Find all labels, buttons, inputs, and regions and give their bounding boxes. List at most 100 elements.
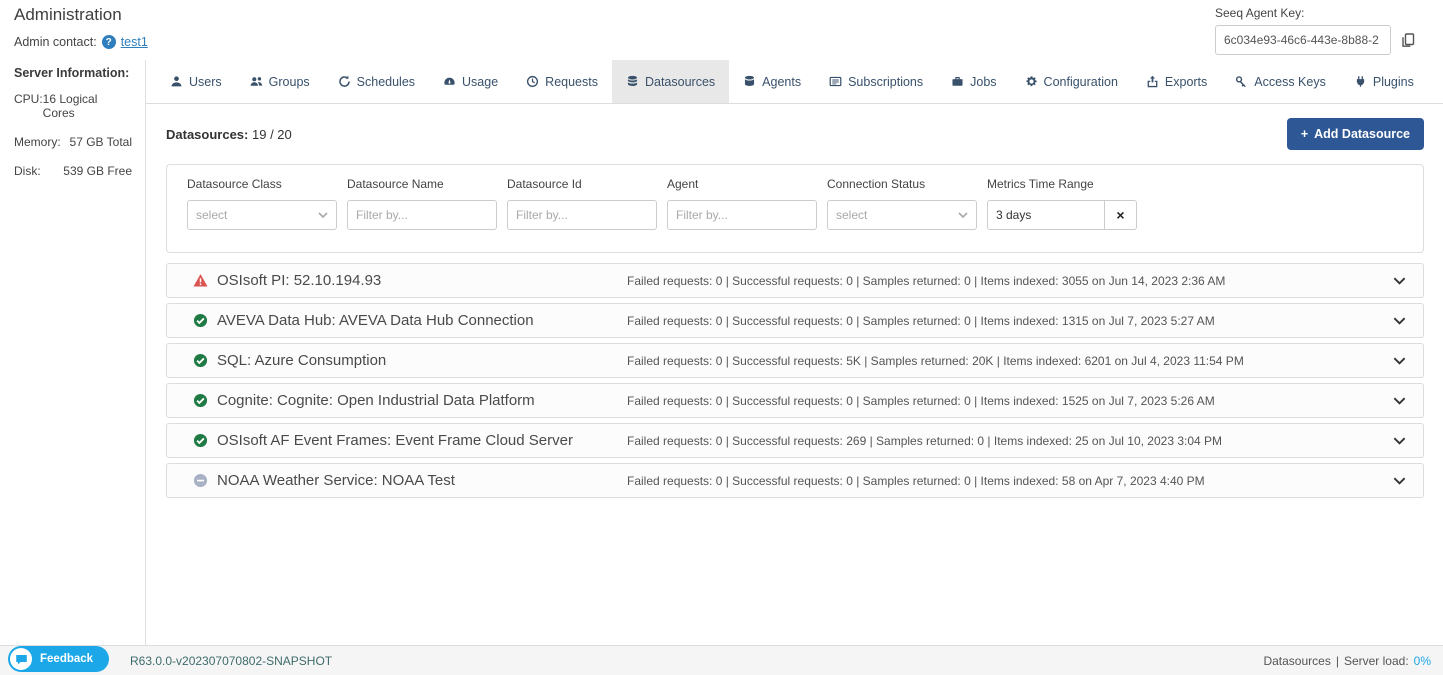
sync-icon <box>338 75 351 88</box>
tab-subscriptions[interactable]: Subscriptions <box>815 60 937 103</box>
datasources-count: Datasources: 19 / 20 <box>166 118 292 142</box>
datasource-class-select[interactable]: select <box>187 200 337 230</box>
agent-key-section: Seeq Agent Key: <box>1215 6 1427 55</box>
tab-label: Users <box>189 75 222 89</box>
database-icon <box>626 75 639 88</box>
datasource-row[interactable]: SQL: Azure Consumption Failed requests: … <box>166 343 1424 378</box>
server-load-value: 0% <box>1414 654 1431 668</box>
expand-chevron-icon[interactable] <box>1392 433 1407 448</box>
datasource-stats: Failed requests: 0 | Successful requests… <box>627 474 1205 488</box>
agent-key-label: Seeq Agent Key: <box>1215 6 1427 20</box>
tab-usage[interactable]: Usage <box>429 60 512 103</box>
tab-configuration[interactable]: Configuration <box>1011 60 1132 103</box>
datasource-row[interactable]: Cognite: Cognite: Open Industrial Data P… <box>166 383 1424 418</box>
status-ok-icon <box>193 313 208 328</box>
agent-input[interactable] <box>667 200 817 230</box>
tab-requests[interactable]: Requests <box>512 60 612 103</box>
datasource-name: OSIsoft AF Event Frames: Event Frame Clo… <box>217 432 627 449</box>
agent-key-input[interactable] <box>1215 25 1391 55</box>
admin-contact: Admin contact: ? test1 <box>14 35 148 49</box>
filter-label: Datasource Name <box>347 177 497 191</box>
plus-icon: + <box>1301 127 1308 141</box>
history-icon <box>526 75 539 88</box>
filter-label: Metrics Time Range <box>987 177 1137 191</box>
briefcase-icon <box>951 75 964 88</box>
status-ok-icon <box>193 353 208 368</box>
expand-chevron-icon[interactable] <box>1392 353 1407 368</box>
feedback-button[interactable]: Feedback <box>8 646 109 672</box>
datasource-row[interactable]: AVEVA Data Hub: AVEVA Data Hub Connectio… <box>166 303 1424 338</box>
datasource-name: AVEVA Data Hub: AVEVA Data Hub Connectio… <box>217 312 627 329</box>
filter-datasource-class: Datasource Class select <box>187 177 337 230</box>
tab-datasources[interactable]: Datasources <box>612 60 729 103</box>
feedback-label: Feedback <box>40 653 93 665</box>
metrics-time-range-input[interactable] <box>987 200 1105 230</box>
datasource-name: NOAA Weather Service: NOAA Test <box>217 472 627 489</box>
add-datasource-button[interactable]: + Add Datasource <box>1287 118 1424 150</box>
plug-icon <box>1354 75 1367 88</box>
tab-schedules[interactable]: Schedules <box>324 60 429 103</box>
filter-agent: Agent <box>667 177 817 230</box>
status-error-icon <box>193 273 208 288</box>
select-placeholder: select <box>836 208 867 222</box>
server-info-memory: Memory: 57 GB Total <box>14 135 132 149</box>
datasources-panel: Datasources: 19 / 20 + Add Datasource Da… <box>146 104 1443 645</box>
memory-label: Memory: <box>14 135 61 149</box>
datasource-filters: Datasource Class select Datasource Name … <box>166 164 1424 253</box>
filter-datasource-id: Datasource Id <box>507 177 657 230</box>
tab-access-keys[interactable]: Access Keys <box>1221 60 1340 103</box>
server-info-title: Server Information: <box>14 66 132 80</box>
filter-label: Connection Status <box>827 177 977 191</box>
server-info-cpu: CPU: 16 Logical Cores <box>14 92 132 120</box>
server-load-label: Server load: <box>1344 654 1409 668</box>
expand-chevron-icon[interactable] <box>1392 473 1407 488</box>
server-icon <box>743 75 756 88</box>
tab-label: Configuration <box>1044 75 1118 89</box>
tab-agents[interactable]: Agents <box>729 60 815 103</box>
datasource-row[interactable]: OSIsoft PI: 52.10.194.93 Failed requests… <box>166 263 1424 298</box>
filter-label: Agent <box>667 177 817 191</box>
datasource-id-input[interactable] <box>507 200 657 230</box>
datasources-count-value: 19 / 20 <box>252 127 292 142</box>
expand-chevron-icon[interactable] <box>1392 393 1407 408</box>
datasource-row[interactable]: OSIsoft AF Event Frames: Event Frame Clo… <box>166 423 1424 458</box>
footer-status: Datasources | Server load: 0% <box>1263 654 1431 668</box>
select-placeholder: select <box>196 208 227 222</box>
expand-chevron-icon[interactable] <box>1392 313 1407 328</box>
help-icon[interactable]: ? <box>102 35 116 49</box>
footer-bar: R63.0.0-v202307070802-SNAPSHOT Datasourc… <box>0 645 1443 675</box>
server-info-sidebar: Server Information: CPU: 16 Logical Core… <box>0 60 146 645</box>
filter-metrics-time-range: Metrics Time Range × <box>987 177 1137 230</box>
users-icon <box>250 75 263 88</box>
version-text: R63.0.0-v202307070802-SNAPSHOT <box>130 654 332 668</box>
speech-bubble-icon <box>10 648 32 670</box>
status-ok-icon <box>193 433 208 448</box>
tab-exports[interactable]: Exports <box>1132 60 1221 103</box>
datasource-name: Cognite: Cognite: Open Industrial Data P… <box>217 392 627 409</box>
connection-status-select[interactable]: select <box>827 200 977 230</box>
admin-contact-label: Admin contact: <box>14 35 97 49</box>
copy-icon[interactable] <box>1395 27 1421 53</box>
status-ok-icon <box>193 393 208 408</box>
tab-label: Access Keys <box>1254 75 1326 89</box>
gauge-icon <box>443 75 456 88</box>
datasource-name-input[interactable] <box>347 200 497 230</box>
clear-filter-button[interactable]: × <box>1105 200 1137 230</box>
status-disabled-icon <box>193 473 208 488</box>
datasource-name: SQL: Azure Consumption <box>217 352 627 369</box>
tab-jobs[interactable]: Jobs <box>937 60 1010 103</box>
tab-users[interactable]: Users <box>156 60 236 103</box>
filter-datasource-name: Datasource Name <box>347 177 497 230</box>
tab-groups[interactable]: Groups <box>236 60 324 103</box>
cpu-value: 16 Logical Cores <box>43 92 132 120</box>
tab-label: Jobs <box>970 75 996 89</box>
tab-label: Exports <box>1165 75 1207 89</box>
disk-value: 539 GB Free <box>63 164 132 178</box>
tab-plugins[interactable]: Plugins <box>1340 60 1428 103</box>
tab-label: Agents <box>762 75 801 89</box>
page-title: Administration <box>14 5 122 25</box>
admin-contact-link[interactable]: test1 <box>121 35 148 49</box>
tab-label: Datasources <box>645 75 715 89</box>
datasource-row[interactable]: NOAA Weather Service: NOAA Test Failed r… <box>166 463 1424 498</box>
expand-chevron-icon[interactable] <box>1392 273 1407 288</box>
